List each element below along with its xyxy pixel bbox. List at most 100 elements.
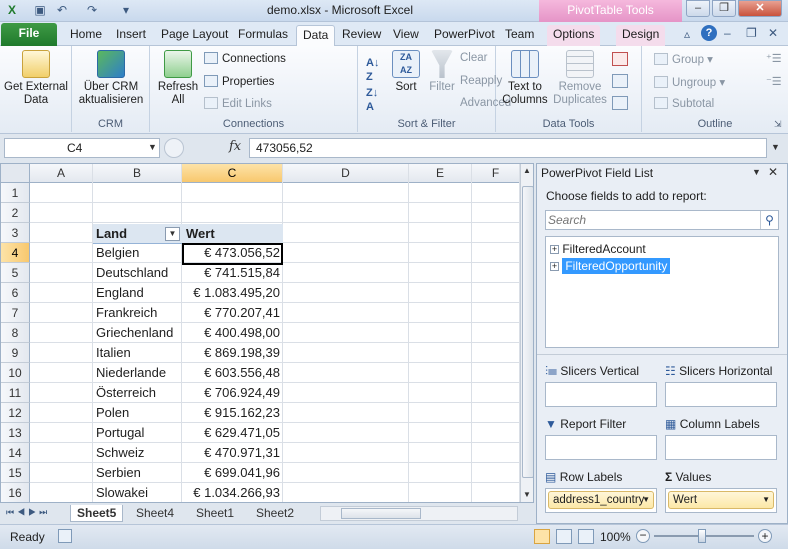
wb-minimize-icon[interactable]: – (724, 26, 731, 40)
tab-insert[interactable]: Insert (110, 25, 152, 46)
cell-land[interactable]: Griechenland (96, 323, 182, 343)
column-header-b[interactable]: B (93, 164, 182, 183)
sheet-tab-sheet5[interactable]: Sheet5 (70, 505, 124, 522)
page-break-view-icon[interactable] (578, 529, 594, 544)
zoom-out-icon[interactable]: − (636, 529, 650, 543)
horizontal-scrollbar[interactable] (320, 506, 518, 521)
row-labels-dropzone[interactable]: address1_country ▼ (545, 488, 657, 513)
slicers-horizontal-dropzone[interactable] (665, 382, 777, 407)
help-icon[interactable]: ? (701, 25, 717, 41)
cell-wert[interactable]: € 603.556,48 (182, 363, 283, 383)
zoom-in-icon[interactable]: + (758, 529, 772, 543)
filter-dropdown-icon[interactable]: ▼ (165, 227, 180, 241)
row-header-2[interactable]: 2 (1, 203, 30, 223)
row-label-pill[interactable]: address1_country ▼ (548, 491, 654, 509)
field-item-filteredaccount[interactable]: + FilteredAccount (550, 242, 646, 256)
row-header-5[interactable]: 5 (1, 263, 30, 283)
pill-dropdown-icon[interactable]: ▼ (642, 492, 650, 508)
wb-restore-icon[interactable]: ❐ (746, 26, 757, 40)
cell-land[interactable]: Deutschland (96, 263, 182, 283)
formula-bar-resize-handle[interactable] (164, 138, 184, 158)
minimize-ribbon-icon[interactable]: ▵ (684, 27, 690, 41)
row-header-6[interactable]: 6 (1, 283, 30, 303)
data-validation-icon[interactable] (612, 52, 628, 66)
wb-close-icon[interactable]: ✕ (768, 26, 778, 40)
text-to-columns-button[interactable]: Text to Columns (500, 50, 550, 107)
restore-button[interactable]: ❐ (712, 0, 736, 17)
cell-land[interactable]: Österreich (96, 383, 182, 403)
pane-close-icon[interactable]: ✕ (768, 165, 778, 179)
tab-page-layout[interactable]: Page Layout (155, 25, 234, 46)
properties-button[interactable]: Properties (204, 75, 274, 88)
header-wert[interactable]: Wert (186, 224, 215, 244)
show-detail-icon[interactable]: ⁺☰ (766, 52, 782, 65)
expand-icon[interactable]: + (550, 262, 559, 271)
row-header-3[interactable]: 3 (1, 223, 30, 243)
zoom-slider-thumb[interactable] (698, 529, 706, 543)
cell-wert[interactable]: € 629.471,05 (182, 423, 283, 443)
minimize-button[interactable]: – (686, 0, 710, 17)
cell-land[interactable]: Portugal (96, 423, 182, 443)
ungroup-button[interactable]: Ungroup ▾ (654, 75, 725, 89)
formula-input[interactable]: 473056,52 (249, 138, 767, 158)
cell-land[interactable]: Schweiz (96, 443, 182, 463)
tab-powerpivot[interactable]: PowerPivot (428, 25, 501, 46)
column-header-d[interactable]: D (283, 164, 409, 183)
pane-splitter[interactable] (537, 354, 787, 358)
expand-icon[interactable]: + (550, 245, 559, 254)
connections-button[interactable]: Connections (204, 52, 286, 65)
scroll-thumb[interactable] (522, 186, 533, 478)
row-header-4[interactable]: 4 (1, 243, 30, 263)
tab-view[interactable]: View (387, 25, 425, 46)
column-header-f[interactable]: F (472, 164, 520, 183)
column-header-a[interactable]: A (30, 164, 93, 183)
row-header-12[interactable]: 12 (1, 403, 30, 423)
row-header-15[interactable]: 15 (1, 463, 30, 483)
report-filter-dropzone[interactable] (545, 435, 657, 460)
cell-wert[interactable]: € 1.034.266,93 (182, 483, 283, 502)
group-button[interactable]: Group ▾ (654, 52, 713, 66)
cell-land[interactable]: Slowakei (96, 483, 182, 502)
normal-view-icon[interactable] (534, 529, 550, 544)
cell-wert[interactable]: € 869.198,39 (182, 343, 283, 363)
row-header-9[interactable]: 9 (1, 343, 30, 363)
cell-land[interactable]: Serbien (96, 463, 182, 483)
worksheet-grid[interactable]: ABCDEF 1 2 3 4 5 6 7 8 9 10 11 12 13 14 15 16 Land ▼ We… (0, 163, 534, 503)
cell-land[interactable]: Polen (96, 403, 182, 423)
row-header-7[interactable]: 7 (1, 303, 30, 323)
sheet-nav-icons[interactable]: ⏮◀▶⏭ (6, 507, 50, 518)
row-header-1[interactable]: 1 (1, 183, 30, 203)
row-header-10[interactable]: 10 (1, 363, 30, 383)
sheet-tab-sheet1[interactable]: Sheet1 (190, 505, 240, 522)
sheet-tab-sheet4[interactable]: Sheet4 (130, 505, 180, 522)
cell-wert[interactable]: € 1.083.495,20 (182, 283, 283, 303)
edit-links-button[interactable]: Edit Links (204, 97, 272, 110)
column-header-e[interactable]: E (409, 164, 472, 183)
row-header-13[interactable]: 13 (1, 423, 30, 443)
column-labels-dropzone[interactable] (665, 435, 777, 460)
row-header-8[interactable]: 8 (1, 323, 30, 343)
cell-wert[interactable]: € 706.924,49 (182, 383, 283, 403)
field-item-filteredopportunity[interactable]: + FilteredOpportunity (550, 258, 671, 274)
tab-data[interactable]: Data (296, 25, 336, 46)
field-search-input[interactable] (548, 212, 754, 228)
reapply-button[interactable]: Reapply (420, 75, 502, 87)
cell-land[interactable]: Belgien (96, 243, 182, 263)
row-header-14[interactable]: 14 (1, 443, 30, 463)
cell-wert[interactable]: € 699.041,96 (182, 463, 283, 483)
values-dropzone[interactable]: Wert ▼ (665, 488, 777, 513)
page-layout-view-icon[interactable] (556, 529, 572, 544)
value-pill[interactable]: Wert ▼ (668, 491, 774, 509)
cell-land[interactable]: Frankreich (96, 303, 182, 323)
name-box-dropdown-icon[interactable]: ▼ (148, 142, 157, 152)
cell-wert[interactable]: € 400.498,00 (182, 323, 283, 343)
name-box[interactable]: C4 (4, 138, 160, 158)
file-tab[interactable]: File (1, 23, 57, 46)
sort-button[interactable]: ZA AZ Sort (388, 50, 424, 94)
cell-land[interactable]: England (96, 283, 182, 303)
pane-options-icon[interactable]: ▼ (752, 167, 761, 177)
cell-wert[interactable]: € 470.971,31 (182, 443, 283, 463)
header-land[interactable]: Land (96, 224, 127, 244)
what-if-icon[interactable] (612, 96, 628, 110)
close-button[interactable]: ✕ (738, 0, 782, 17)
